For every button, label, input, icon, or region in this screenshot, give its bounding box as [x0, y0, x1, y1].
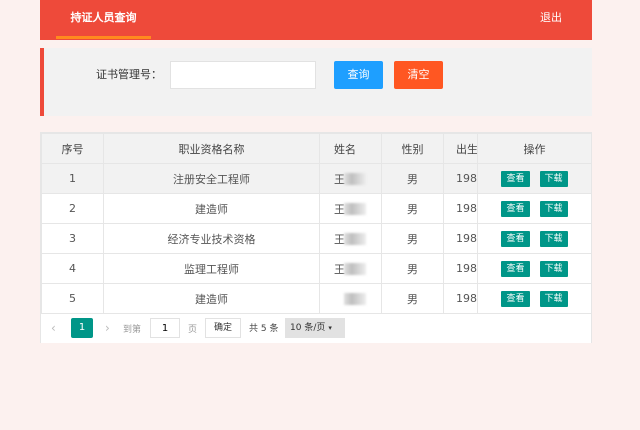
row-name-cell: 王	[319, 193, 382, 224]
chevron-down-icon: ▾	[328, 324, 332, 332]
clear-button[interactable]: 清空	[394, 61, 443, 89]
row-name-cell: 王	[319, 223, 382, 254]
column-header-qualification: 职业资格名称	[103, 133, 320, 164]
column-header-name: 姓名	[319, 133, 382, 164]
redacted-name-blur	[344, 203, 366, 215]
row-index: 3	[41, 223, 104, 254]
row-gender: 男	[381, 163, 444, 194]
row-gender: 男	[381, 193, 444, 224]
column-header-index: 序号	[41, 133, 104, 164]
goto-label: 到第	[123, 325, 142, 335]
pagination: ‹ 1 › 到第 页 确定 共 5 条 10 条/页▾	[41, 314, 591, 343]
page-size-select[interactable]: 10 条/页 ▾	[285, 318, 345, 338]
row-birth: 1989	[443, 253, 478, 284]
row-index: 2	[41, 193, 104, 224]
download-button[interactable]: 下载	[539, 260, 568, 277]
view-button[interactable]: 查看	[501, 170, 530, 187]
chevron-right-icon[interactable]: ›	[105, 321, 110, 335]
query-button[interactable]: 查询	[334, 61, 383, 89]
page-number-input[interactable]	[150, 318, 180, 338]
view-button[interactable]: 查看	[501, 260, 530, 277]
view-button[interactable]: 查看	[501, 200, 530, 217]
redacted-name-blur	[344, 293, 366, 305]
table-header-row: 序号 职业资格名称 姓名 性别 出生 操作	[41, 133, 592, 164]
confirm-page-button[interactable]: 确定	[205, 318, 241, 338]
total-count: 共 5 条	[249, 324, 279, 334]
search-panel: 证书管理号： 查询 清空	[40, 48, 592, 116]
row-name-cell	[319, 283, 382, 314]
table-row: 1 注册安全工程师 王 男 1989 查看下载	[41, 163, 592, 194]
row-actions: 查看 下载	[477, 193, 592, 224]
tab-certificate-holder-query[interactable]: 持证人员查询	[56, 0, 151, 40]
row-name-cell: 王	[319, 163, 382, 194]
view-button[interactable]: 查看	[501, 290, 530, 307]
row-qualification: 经济专业技术资格	[103, 223, 320, 254]
row-gender: 男	[381, 283, 444, 314]
download-button[interactable]: 下载	[539, 290, 568, 307]
table-row: 2 建造师 王 男 1989 查看下载	[41, 193, 592, 224]
row-actions: 查看 下载	[477, 163, 592, 194]
top-bar: 持证人员查询 退出	[40, 0, 592, 40]
row-qualification: 注册安全工程师	[103, 163, 320, 194]
row-birth: 1989	[443, 283, 478, 314]
row-index: 5	[41, 283, 104, 314]
certificate-number-label: 证书管理号：	[96, 68, 162, 81]
row-actions: 查看 下载	[477, 223, 592, 254]
column-header-actions: 操作	[477, 133, 592, 164]
download-button[interactable]: 下载	[539, 170, 568, 187]
row-qualification: 监理工程师	[103, 253, 320, 284]
download-button[interactable]: 下载	[539, 230, 568, 247]
logout-link[interactable]: 退出	[540, 0, 562, 36]
row-qualification: 建造师	[103, 193, 320, 224]
page-label: 页	[188, 325, 198, 335]
row-birth: 1989	[443, 163, 478, 194]
column-header-gender: 性别	[381, 133, 444, 164]
row-gender: 男	[381, 223, 444, 254]
current-page-button[interactable]: 1	[71, 318, 93, 338]
redacted-name-blur	[344, 233, 366, 245]
download-button[interactable]: 下载	[539, 200, 568, 217]
table-row: 3 经济专业技术资格 王 男 1989 查看下载	[41, 223, 592, 254]
row-birth: 1989	[443, 223, 478, 254]
table-row: 4 监理工程师 王 男 1989 查看下载	[41, 253, 592, 284]
row-index: 4	[41, 253, 104, 284]
row-actions: 查看 下载	[477, 253, 592, 284]
row-name-cell: 王	[319, 253, 382, 284]
redacted-name-blur	[344, 263, 366, 275]
row-actions: 查看 下载	[477, 283, 592, 314]
view-button[interactable]: 查看	[501, 230, 530, 247]
column-header-birth: 出生	[443, 133, 478, 164]
page-size-value: 10 条/页	[290, 323, 326, 333]
certificate-number-input[interactable]	[170, 61, 316, 89]
redacted-name-blur	[344, 173, 366, 185]
table-row: 5 建造师 男 1989 查看下载	[41, 283, 592, 314]
results-table: 序号 职业资格名称 姓名 性别 出生 操作 1 注册安全工程师 王 男 1989…	[40, 132, 592, 343]
row-birth: 1989	[443, 193, 478, 224]
row-index: 1	[41, 163, 104, 194]
active-tab-indicator	[56, 36, 151, 39]
row-qualification: 建造师	[103, 283, 320, 314]
row-gender: 男	[381, 253, 444, 284]
chevron-left-icon[interactable]: ‹	[51, 321, 56, 335]
